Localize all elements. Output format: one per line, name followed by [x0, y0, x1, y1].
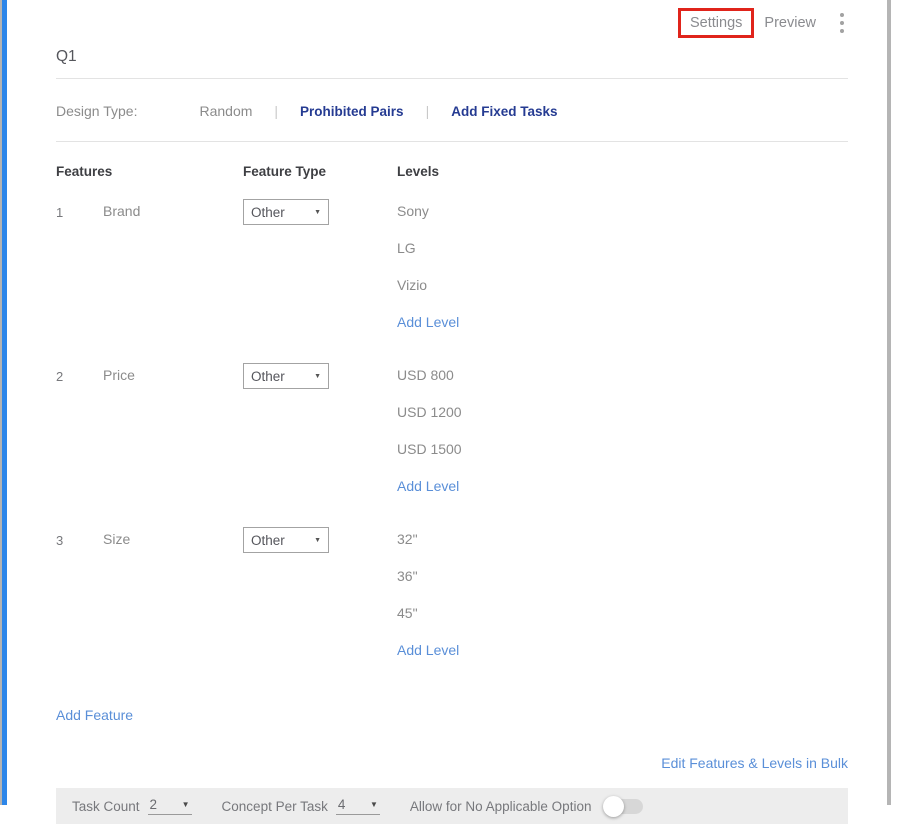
- feature-name[interactable]: Price: [103, 367, 243, 383]
- level-item[interactable]: LG: [397, 240, 848, 277]
- feature-name[interactable]: Brand: [103, 203, 243, 219]
- level-item[interactable]: USD 1200: [397, 404, 848, 441]
- preview-button[interactable]: Preview: [758, 12, 822, 34]
- feature-type-value: Other: [251, 205, 285, 220]
- level-item[interactable]: Sony: [397, 203, 848, 240]
- feature-type-select[interactable]: Other ▼: [243, 527, 329, 553]
- feature-name[interactable]: Size: [103, 531, 243, 547]
- divider: [56, 141, 848, 142]
- feature-row-size: 3 Size Other ▼ 32" 36" 45" Add Level: [56, 531, 848, 679]
- settings-button[interactable]: Settings: [690, 15, 742, 31]
- concept-per-task-select[interactable]: 4 ▼: [336, 797, 380, 815]
- separator: |: [426, 103, 430, 119]
- chevron-down-icon: ▼: [314, 209, 321, 216]
- feature-type-select[interactable]: Other ▼: [243, 363, 329, 389]
- left-accent-stripe: [2, 0, 7, 805]
- header-features: Features: [56, 164, 103, 179]
- level-item[interactable]: USD 1500: [397, 441, 848, 478]
- header-feature-type: Feature Type: [243, 164, 397, 179]
- task-count-select[interactable]: 2 ▼: [148, 797, 192, 815]
- feature-row-price: 2 Price Other ▼ USD 800 USD 1200 USD 150…: [56, 367, 848, 515]
- right-scrollbar-line[interactable]: [887, 0, 891, 805]
- design-type-option-random[interactable]: Random: [199, 103, 252, 119]
- separator: |: [274, 103, 278, 119]
- feature-type-value: Other: [251, 369, 285, 384]
- chevron-down-icon: ▼: [314, 373, 321, 380]
- level-item[interactable]: 36": [397, 568, 848, 605]
- no-applicable-option-label: Allow for No Applicable Option: [410, 799, 592, 814]
- feature-type-select[interactable]: Other ▼: [243, 199, 329, 225]
- level-item[interactable]: 32": [397, 531, 848, 568]
- feature-row-brand: 1 Brand Other ▼ Sony LG Vizio Add Level: [56, 203, 848, 351]
- header-levels: Levels: [397, 164, 848, 179]
- more-options-icon[interactable]: [836, 11, 848, 35]
- question-editor-panel: Settings Preview Q1 Design Type: Random …: [56, 0, 848, 824]
- level-item[interactable]: Vizio: [397, 277, 848, 314]
- features-table-header: Features Feature Type Levels: [56, 164, 848, 179]
- feature-index: 1: [56, 203, 103, 220]
- level-item[interactable]: USD 800: [397, 367, 848, 404]
- feature-index: 2: [56, 367, 103, 384]
- no-applicable-option-toggle[interactable]: [605, 799, 643, 814]
- question-title[interactable]: Q1: [56, 42, 848, 78]
- edit-features-levels-bulk-link[interactable]: Edit Features & Levels in Bulk: [661, 755, 848, 771]
- chevron-down-icon: ▼: [314, 537, 321, 544]
- design-type-option-add-fixed-tasks[interactable]: Add Fixed Tasks: [451, 104, 557, 119]
- features-table: Features Feature Type Levels 1 Brand Oth…: [56, 164, 848, 679]
- design-type-option-prohibited-pairs[interactable]: Prohibited Pairs: [300, 104, 404, 119]
- task-count-label: Task Count: [72, 799, 140, 814]
- add-level-link[interactable]: Add Level: [397, 314, 848, 351]
- concept-per-task-label: Concept Per Task: [222, 799, 328, 814]
- level-item[interactable]: 45": [397, 605, 848, 642]
- task-settings-bar: Task Count 2 ▼ Concept Per Task 4 ▼ Allo…: [56, 788, 848, 824]
- settings-annotation-box: Settings: [678, 8, 754, 38]
- add-level-link[interactable]: Add Level: [397, 642, 848, 679]
- feature-index: 3: [56, 531, 103, 548]
- add-level-link[interactable]: Add Level: [397, 478, 848, 515]
- add-feature-link[interactable]: Add Feature: [56, 707, 133, 723]
- design-type-row: Design Type: Random | Prohibited Pairs |…: [56, 79, 848, 141]
- feature-type-value: Other: [251, 533, 285, 548]
- top-action-bar: Settings Preview: [56, 0, 848, 42]
- design-type-label: Design Type:: [56, 103, 137, 119]
- toggle-knob: [603, 796, 624, 817]
